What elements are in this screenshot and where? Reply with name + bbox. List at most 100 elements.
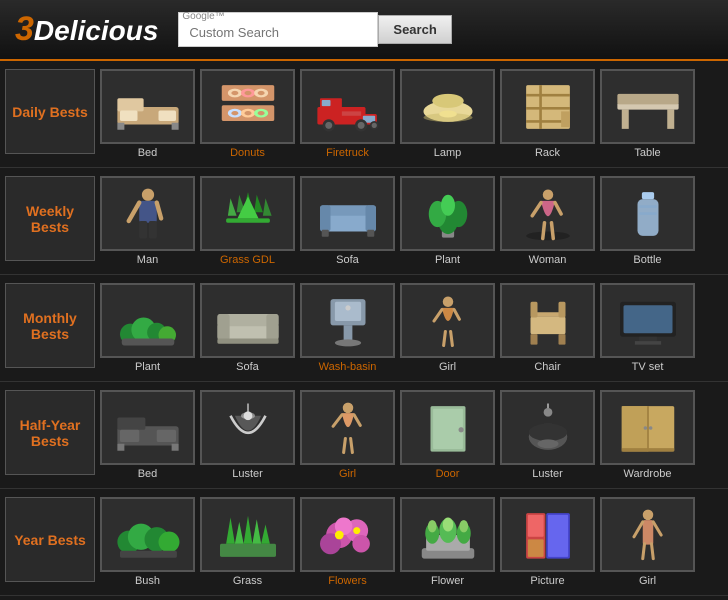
search-button[interactable]: Search [378,15,451,44]
section-label-weekly[interactable]: Weekly Bests [5,176,95,261]
item-label[interactable]: Luster [232,468,263,480]
item-label[interactable]: Door [436,468,460,480]
item-label[interactable]: Chair [534,361,560,373]
item-thumbnail [500,176,595,251]
item-thumbnail [500,497,595,572]
item-label[interactable]: Bed [138,147,158,159]
item-thumbnail [400,176,495,251]
main-content: Daily Bests Bed Donuts Firetruck Lamp Rack Tab… [0,61,728,596]
item-thumbnail [600,390,695,465]
list-item[interactable]: Donuts [200,69,295,159]
item-label[interactable]: Picture [530,575,564,587]
item-label[interactable]: Donuts [230,147,265,159]
list-item[interactable]: Wash-basin [300,283,395,373]
list-item[interactable]: Girl [600,497,695,587]
item-label[interactable]: Grass GDL [220,254,275,266]
list-item[interactable]: Flower [400,497,495,587]
item-label[interactable]: Bottle [633,254,661,266]
list-item[interactable]: Bush [100,497,195,587]
list-item[interactable]: Luster [500,390,595,480]
item-label[interactable]: Plant [435,254,460,266]
section-label-daily[interactable]: Daily Bests [5,69,95,154]
item-label[interactable]: Table [634,147,660,159]
item-thumbnail [200,497,295,572]
list-item[interactable]: Man [100,176,195,266]
list-item[interactable]: Grass GDL [200,176,295,266]
list-item[interactable]: Plant [400,176,495,266]
item-label[interactable]: Grass [233,575,262,587]
item-thumbnail [500,390,595,465]
item-thumbnail [200,283,295,358]
item-label[interactable]: Bush [135,575,160,587]
google-label: Google™ [182,11,224,22]
list-item[interactable]: TV set [600,283,695,373]
item-thumbnail [600,497,695,572]
list-item[interactable]: Grass [200,497,295,587]
list-item[interactable]: Table [600,69,695,159]
items-row-year: Bush Grass Flowers Flower Picture Girl [100,497,695,587]
item-label[interactable]: Rack [535,147,560,159]
item-thumbnail [100,497,195,572]
item-label[interactable]: Flower [431,575,464,587]
item-thumbnail [200,176,295,251]
list-item[interactable]: Flowers [300,497,395,587]
item-thumbnail [300,390,395,465]
list-item[interactable]: Bottle [600,176,695,266]
list-item[interactable]: Sofa [200,283,295,373]
logo-three: 3 [15,10,34,48]
item-thumbnail [100,176,195,251]
item-label[interactable]: Wardrobe [624,468,672,480]
item-thumbnail [600,176,695,251]
item-label[interactable]: Flowers [328,575,367,587]
list-item[interactable]: Bed [100,390,195,480]
item-thumbnail [100,390,195,465]
item-thumbnail [300,69,395,144]
item-thumbnail [500,69,595,144]
item-thumbnail [300,283,395,358]
item-label[interactable]: Man [137,254,158,266]
item-label[interactable]: Luster [532,468,563,480]
items-row-weekly: Man Grass GDL Sofa Plant Woman Bottle [100,176,695,266]
list-item[interactable]: Girl [400,283,495,373]
section-row-halfyear: Half-Year Bests Bed Luster Girl Door Luster Wa… [0,382,728,489]
item-label[interactable]: Girl [439,361,456,373]
list-item[interactable]: Luster [200,390,295,480]
item-label[interactable]: Bed [138,468,158,480]
search-area: Google™ Search [178,12,451,47]
list-item[interactable]: Girl [300,390,395,480]
item-label[interactable]: Wash-basin [319,361,377,373]
list-item[interactable]: Rack [500,69,595,159]
item-label[interactable]: Sofa [236,361,259,373]
list-item[interactable]: Wardrobe [600,390,695,480]
item-label[interactable]: Girl [339,468,356,480]
list-item[interactable]: Door [400,390,495,480]
item-thumbnail [100,69,195,144]
item-label[interactable]: Girl [639,575,656,587]
item-label[interactable]: Sofa [336,254,359,266]
section-label-halfyear[interactable]: Half-Year Bests [5,390,95,475]
list-item[interactable]: Bed [100,69,195,159]
item-label[interactable]: Lamp [434,147,462,159]
item-label[interactable]: TV set [632,361,664,373]
section-label-year[interactable]: Year Bests [5,497,95,582]
item-thumbnail [400,390,495,465]
item-label[interactable]: Woman [529,254,567,266]
item-thumbnail [200,390,295,465]
section-label-monthly[interactable]: Monthly Bests [5,283,95,368]
logo: 3Delicious [15,10,158,49]
list-item[interactable]: Sofa [300,176,395,266]
items-row-daily: Bed Donuts Firetruck Lamp Rack Table [100,69,695,159]
list-item[interactable]: Firetruck [300,69,395,159]
item-label[interactable]: Firetruck [326,147,369,159]
item-thumbnail [500,283,595,358]
list-item[interactable]: Lamp [400,69,495,159]
logo-rest: Delicious [34,15,158,46]
item-thumbnail [200,69,295,144]
item-thumbnail [300,176,395,251]
item-label[interactable]: Plant [135,361,160,373]
list-item[interactable]: Plant [100,283,195,373]
list-item[interactable]: Woman [500,176,595,266]
items-row-halfyear: Bed Luster Girl Door Luster Wardrobe [100,390,695,480]
list-item[interactable]: Picture [500,497,595,587]
list-item[interactable]: Chair [500,283,595,373]
